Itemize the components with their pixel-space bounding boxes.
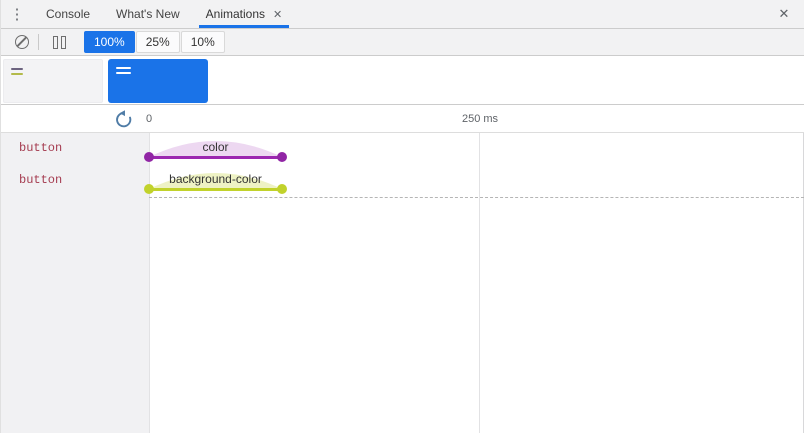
tab-whats-new-label: What's New: [116, 7, 180, 21]
row-boundary-dashed-line: [149, 197, 804, 198]
speed-10-button[interactable]: 10%: [180, 31, 225, 53]
tab-console-label: Console: [46, 7, 91, 21]
timeline-tick-250: 250 ms: [461, 113, 499, 125]
tab-whats-new[interactable]: What's New: [103, 0, 193, 28]
replay-icon: [115, 109, 131, 127]
animation-group-preview-selected[interactable]: [108, 59, 208, 103]
animations-grid: button color button background-color: [1, 133, 804, 433]
preview-mini-bar: [116, 72, 131, 74]
tab-close-icon[interactable]: ✕: [273, 8, 282, 21]
more-menu-icon[interactable]: ⋮: [1, 0, 33, 28]
clear-all-button[interactable]: [9, 31, 35, 53]
speed-25-button[interactable]: 25%: [135, 31, 180, 53]
node-label[interactable]: button: [19, 133, 62, 164]
animation-rows: button color button background-color: [1, 133, 804, 197]
pause-all-button[interactable]: [46, 31, 72, 53]
tabbar-spacer: [295, 0, 764, 28]
property-label: background-color: [169, 172, 262, 186]
keyframe-line: [149, 188, 282, 191]
keyframe-line: [149, 156, 282, 159]
animation-row[interactable]: button color: [1, 133, 804, 165]
replay-button[interactable]: [113, 108, 135, 130]
tab-console[interactable]: Console: [33, 0, 103, 28]
animation-bar[interactable]: color: [144, 133, 287, 165]
timeline-tick-0: 0: [145, 113, 153, 125]
clear-all-icon: [15, 35, 29, 49]
timeline-header: 0 250 ms: [1, 105, 804, 133]
animation-bar[interactable]: background-color: [144, 165, 287, 197]
tab-animations-label: Animations: [205, 7, 266, 21]
animation-row[interactable]: button background-color: [1, 165, 804, 197]
tab-animations[interactable]: Animations ✕: [193, 0, 296, 28]
animation-group-preview[interactable]: [3, 59, 103, 103]
pause-icon: [52, 35, 66, 49]
preview-mini-bar: [11, 73, 23, 75]
close-panel-icon[interactable]: ✕: [764, 0, 804, 28]
animations-toolbar: 100% 25% 10%: [1, 29, 804, 56]
playback-speed-group: 100% 25% 10%: [84, 31, 225, 53]
preview-mini-bar: [11, 68, 23, 70]
preview-mini-bar: [116, 67, 131, 69]
toolbar-divider: [38, 34, 39, 50]
node-label[interactable]: button: [19, 165, 62, 196]
property-label: color: [202, 140, 229, 154]
speed-100-button[interactable]: 100%: [84, 31, 135, 53]
animation-group-previews: [1, 56, 804, 105]
tab-bar: ⋮ Console What's New Animations ✕ ✕: [1, 0, 804, 29]
